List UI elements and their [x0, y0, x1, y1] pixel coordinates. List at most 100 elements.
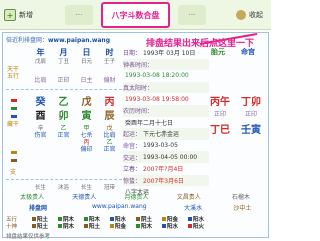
plus-icon: + — [4, 9, 16, 21]
star-item: 文昌贵人 — [176, 194, 201, 201]
divider — [6, 179, 122, 180]
info-row: 起运： 下元七赤金运 — [123, 128, 209, 140]
hidden-day: 甲 七杀 丙 偏印 — [75, 125, 98, 153]
hidden-hour-stem-2: 乙 — [106, 139, 113, 146]
extra-month: 沐浴 — [57, 185, 69, 191]
stem-day: 戊 — [81, 97, 92, 108]
life-palace-stem: 丁卯 — [241, 97, 261, 108]
site-prefix: 倍近利排盘网： — [6, 37, 49, 44]
hidden-hour-god-2: 正官 — [103, 146, 116, 153]
star-item: 天德贵人 — [72, 194, 97, 201]
five-elements-table: 五行 阳土 阴木 阳木 阳水 阴土 阳金 阳水 十神 阳土 阴木 阳土 阳金 阳… — [6, 215, 267, 230]
row-label-hidden: 藏干 — [6, 121, 19, 128]
five-cell: 阳金 — [110, 222, 136, 230]
info-row: 癸酉年二月十七日 — [125, 119, 174, 127]
site-line: 倍近利排盘网：www.paipan.wang — [6, 35, 110, 44]
stem-year: 癸 — [35, 97, 46, 108]
life-palace-branch: 壬寅 — [241, 125, 261, 136]
panel-tail: 沙中土 — [233, 205, 252, 212]
new-button[interactable]: + 新增 — [4, 5, 33, 25]
five-cell: 阴木 — [58, 222, 84, 230]
hidden-year-god: 伤官 — [34, 132, 47, 139]
god-day: 日主 — [80, 77, 93, 84]
fetal-branch: 丁巳 — [210, 125, 230, 136]
branch-year: 酉 — [35, 111, 46, 122]
info-panel: 日期： 1993年 03月 10日 钟表时间： 1993-03-08 18:20:… — [123, 47, 209, 198]
life-palace-header: 命宫 — [241, 48, 255, 56]
info-row: 交运： 1993-04-05 00:00 — [123, 151, 209, 163]
info-row: 日期： 1993年 03月 10日 — [123, 50, 196, 58]
panel-tail: 大溪水 — [184, 205, 203, 212]
five-cell: 阳火 — [188, 222, 214, 230]
five-elements-row: 十神 阳土 阴木 阳土 阳金 阳木 阳水 阳火 — [6, 222, 267, 230]
element-bar-earth — [11, 159, 17, 162]
element-bar-water — [11, 115, 17, 118]
combined-chart-button[interactable]: 八字斗数合盘 — [101, 2, 170, 28]
more-right-button[interactable]: ··· — [178, 5, 206, 25]
combined-chart-label: 八字斗数合盘 — [111, 10, 160, 20]
divider — [6, 89, 122, 90]
god-year: 比肩 — [34, 77, 47, 84]
fetal-header: 胎元 — [211, 48, 225, 56]
hidden-hour-god-1: 比肩 — [103, 132, 116, 139]
life-palace-god: 正印 — [244, 111, 257, 118]
hidden-year-stem: 辛 — [37, 125, 44, 132]
stem-hour: 丙 — [104, 97, 115, 108]
extra-day: 长生 — [80, 185, 92, 191]
panel-row: 排盘网 www.paipan.wang 大溪水 沙中土 — [6, 203, 267, 212]
hidden-day-god-2: 偏印 — [80, 146, 93, 153]
info-row: 命宫： 1993-03-05 — [123, 142, 178, 151]
branch-day: 寅 — [81, 111, 92, 122]
top-stem-day: 日元 — [80, 59, 92, 65]
god-hour: 偏财 — [103, 77, 116, 84]
fetal-god: 正印 — [213, 111, 226, 118]
collapse-button[interactable]: 收起 — [236, 5, 263, 25]
hidden-month-stem: 乙 — [60, 125, 67, 132]
info-row: 1993-03-08 18:20:00 — [125, 72, 189, 80]
info-row: 钟表时间： — [123, 58, 209, 71]
collapse-icon — [236, 10, 246, 20]
hidden-day-stem-2: 丙 — [83, 139, 90, 146]
info-row: 1993-03-08 19:58:00 — [125, 95, 189, 103]
hidden-year: 辛 伤官 — [29, 125, 52, 139]
panel-url[interactable]: www.paipan.wang — [70, 203, 168, 212]
hidden-day-stem-1: 甲 — [83, 125, 90, 132]
five-cell: 阳土 — [32, 222, 58, 230]
top-toolbar: + 新增 ··· 八字斗数合盘 ··· 收起 — [0, 0, 271, 30]
top-stem-month: 丁丑 — [57, 59, 69, 65]
extra-hour: 冠带 — [103, 185, 115, 191]
info-row: 真太阳时： — [123, 81, 209, 94]
star-item: 月德贵人 — [124, 194, 149, 201]
info-row: 立春： 2007年?月4日 — [123, 166, 184, 174]
five-cell: 阳木 — [136, 222, 162, 230]
five-row-label: 十神 — [6, 223, 18, 230]
hidden-month-god: 正官 — [57, 132, 70, 139]
element-bar-wood — [11, 107, 17, 110]
branch-month: 卯 — [58, 111, 69, 122]
stars-row: 太极贵人 天德贵人 月德贵人 文昌贵人 石榴木 — [6, 192, 267, 201]
info-row: 惊蛰： 2007年3月6日 — [123, 174, 209, 187]
hidden-day-god-1: 七杀 — [80, 132, 93, 139]
row-label-gods: 天干五行 — [6, 66, 19, 80]
element-bar-metal — [11, 151, 17, 154]
extra-year: 长生 — [34, 185, 46, 191]
five-cell: 阳水 — [162, 222, 188, 230]
hidden-hour-stem-1: 戊 — [106, 125, 113, 132]
new-label: 新增 — [19, 11, 33, 19]
hidden-hour: 戊 比肩 乙 正官 — [98, 125, 121, 153]
site-url[interactable]: www.paipan.wang — [48, 37, 110, 44]
god-month: 正印 — [57, 77, 70, 84]
footer-note: 排盘结果仅供参考 — [6, 234, 51, 240]
five-cell: 阳土 — [84, 222, 110, 230]
more-left-button[interactable]: ··· — [65, 5, 93, 25]
hidden-month: 乙 正官 — [52, 125, 75, 139]
star-item: 石榴木 — [231, 194, 250, 201]
star-item: 太极贵人 — [20, 194, 45, 201]
branch-hour: 辰 — [104, 111, 115, 122]
top-stem-year: 戊辰 — [34, 59, 46, 65]
fetal-stem: 丙午 — [210, 97, 230, 108]
chart-card: 倍近利排盘网：www.paipan.wang 排盘结果出来后点这里一下 年 月 … — [2, 32, 269, 240]
collapse-label: 收起 — [249, 11, 263, 19]
element-bar-fire — [11, 99, 17, 102]
info-row: 农历时间： — [123, 104, 209, 117]
